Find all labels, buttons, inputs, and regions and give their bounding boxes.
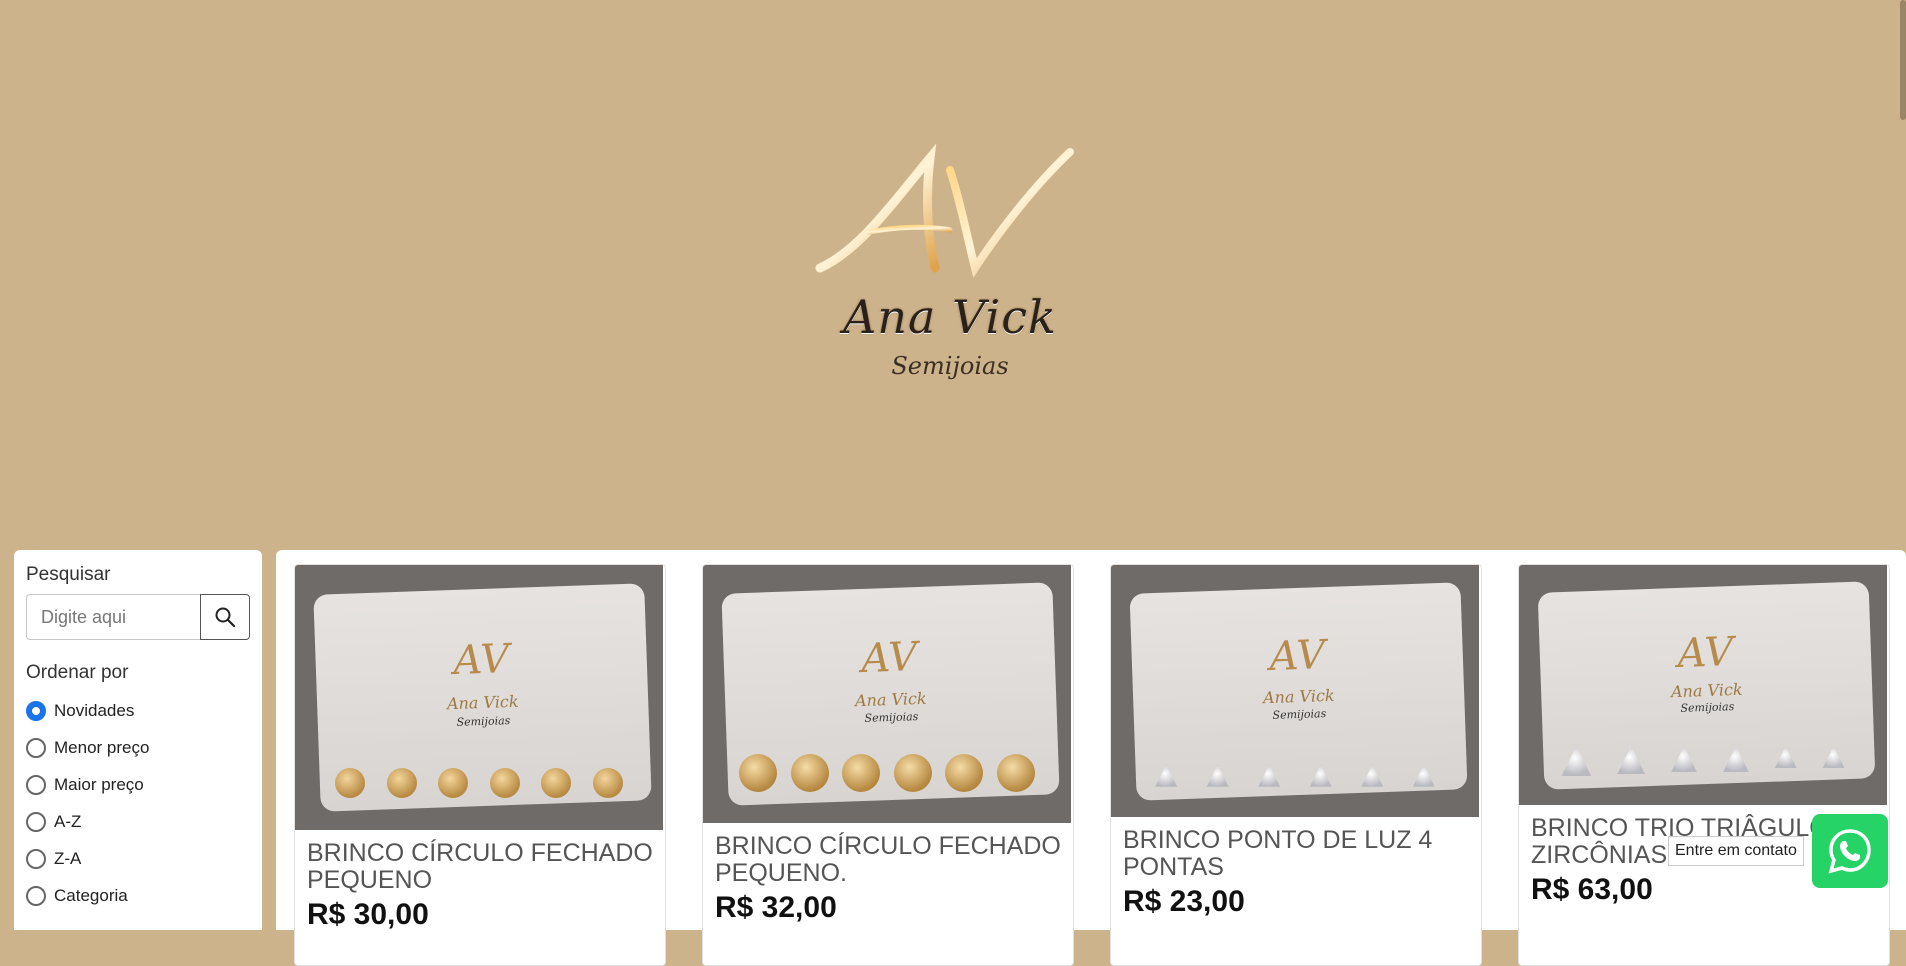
sort-option-a-z[interactable]: A-Z [26, 803, 250, 840]
hero-banner: Ana Vick Semijoias [0, 0, 1906, 550]
product-image[interactable]: AV Ana Vick Semijoias [295, 565, 663, 830]
sort-option-label: A-Z [54, 811, 82, 831]
product-image[interactable]: AV Ana Vick Semijoias [1519, 565, 1887, 805]
whatsapp-icon [1828, 829, 1871, 874]
sort-option-z-a[interactable]: Z-A [26, 840, 250, 877]
radio-button[interactable] [26, 848, 46, 869]
product-price: R$ 32,00 [715, 891, 837, 924]
sort-option-label: Maior preço [54, 774, 144, 794]
brand-logo: Ana Vick Semijoias [800, 140, 1100, 400]
sort-option-label: Z-A [54, 848, 82, 868]
product-card[interactable]: AV Ana Vick Semijoias BRINCO PONTO DE LU… [1110, 564, 1482, 966]
product-price: R$ 30,00 [307, 898, 429, 931]
product-title[interactable]: BRINCO PONTO DE LUZ 4 PONTAS [1111, 817, 1481, 881]
product-price: R$ 23,00 [1123, 885, 1245, 918]
product-image[interactable]: AV Ana Vick Semijoias [703, 565, 1071, 823]
product-title[interactable]: BRINCO CÍRCULO FECHADO PEQUENO. [703, 823, 1073, 887]
radio-button[interactable] [26, 737, 46, 758]
sort-option-categoria[interactable]: Categoria [26, 877, 250, 914]
contact-tooltip: Entre em contato [1668, 836, 1804, 866]
search-label: Pesquisar [26, 564, 111, 585]
radio-button[interactable] [26, 885, 46, 906]
brand-subtitle: Semijoias [891, 352, 1009, 380]
product-card[interactable]: AV Ana Vick Semijoias BRINCO CÍRCULO FEC… [702, 564, 1074, 966]
search-icon [215, 607, 236, 628]
product-card[interactable]: AV Ana Vick Semijoias BRINCO TRIO TRIÂGU… [1518, 564, 1890, 966]
sort-option-menor-preco[interactable]: Menor preço [26, 729, 250, 766]
whatsapp-button[interactable] [1812, 814, 1888, 888]
sort-options: Novidades Menor preço Maior preço A-Z Z-… [26, 692, 250, 914]
sort-option-label: Menor preço [54, 737, 150, 757]
radio-button[interactable] [26, 774, 46, 795]
search-button[interactable] [200, 594, 250, 640]
sort-option-novidades[interactable]: Novidades [26, 692, 250, 729]
brand-name: Ana Vick [843, 290, 1057, 344]
product-image[interactable]: AV Ana Vick Semijoias [1111, 565, 1479, 817]
product-title[interactable]: BRINCO CÍRCULO FECHADO PEQUENO [295, 830, 665, 894]
filter-sidebar: Pesquisar Ordenar por Novidades Menor pr… [14, 550, 262, 930]
search-input[interactable] [26, 594, 200, 640]
radio-button[interactable] [26, 811, 46, 832]
sort-option-label: Novidades [54, 700, 135, 720]
page-scrollbar[interactable] [1900, 0, 1906, 120]
monogram-logo-icon [815, 143, 1074, 278]
product-grid: AV Ana Vick Semijoias BRINCO CÍRCULO FEC… [276, 550, 1906, 966]
sort-option-label: Categoria [54, 885, 128, 905]
sort-label: Ordenar por [26, 662, 129, 683]
search-bar [26, 594, 250, 640]
radio-button[interactable] [26, 700, 46, 721]
product-card[interactable]: AV Ana Vick Semijoias BRINCO CÍRCULO FEC… [294, 564, 666, 966]
sort-option-maior-preco[interactable]: Maior preço [26, 766, 250, 803]
